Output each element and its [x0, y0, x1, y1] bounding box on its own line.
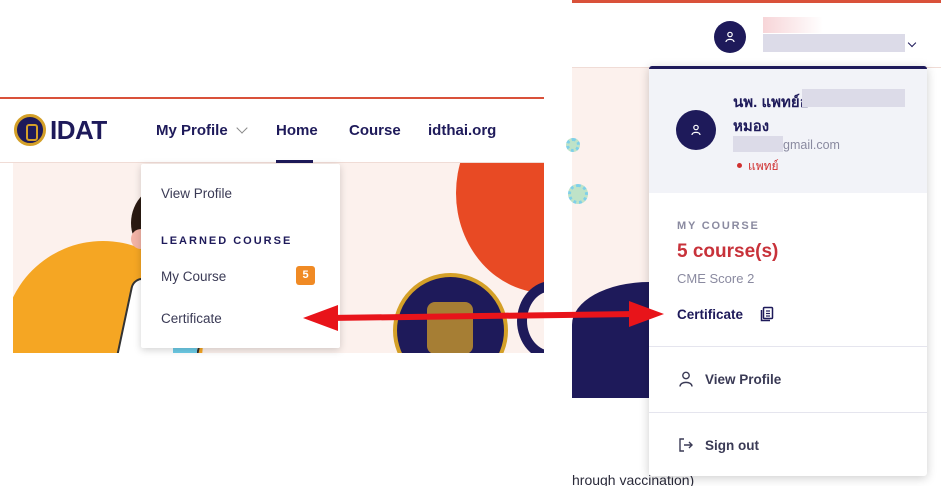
menu-view-profile[interactable]: View Profile — [677, 370, 781, 388]
dropdown-my-course[interactable]: My Course — [161, 269, 226, 284]
user-avatar-button[interactable] — [714, 21, 746, 53]
course-count-badge: 5 — [296, 266, 315, 285]
status-dot-icon — [737, 163, 742, 168]
nav-my-profile[interactable]: My Profile — [156, 122, 248, 139]
idat-seal-icon — [14, 114, 46, 146]
profile-name: นพ. แพทย์อ — [733, 94, 809, 111]
profile-role: แพทย์ — [737, 157, 779, 176]
virus-decoration — [566, 138, 580, 152]
top-navbar: IDAT My Profile Home Course idthai.org — [0, 99, 544, 163]
menu-sign-out[interactable]: Sign out — [677, 436, 759, 454]
redacted-name — [763, 17, 823, 33]
profile-name-line2: หมอง — [733, 118, 770, 135]
menu-sign-out-label: Sign out — [705, 437, 759, 453]
divider — [649, 412, 927, 413]
redacted-name — [802, 89, 905, 107]
person-icon — [691, 124, 701, 136]
left-screenshot: IDAT My Profile Home Course idthai.org V… — [0, 0, 572, 486]
dropdown-view-profile[interactable]: View Profile — [161, 186, 232, 201]
nav-course[interactable]: Course — [349, 122, 401, 139]
dropdown-certificate[interactable]: Certificate — [161, 311, 222, 326]
chevron-down-icon[interactable] — [907, 38, 917, 48]
redacted-email — [733, 136, 783, 152]
person-icon — [725, 31, 735, 43]
virus-decoration — [568, 184, 588, 204]
my-profile-dropdown: View Profile LEARNED COURSE My Course 5 … — [141, 164, 340, 348]
learned-course-heading: LEARNED COURSE — [161, 235, 293, 247]
avatar — [676, 110, 716, 150]
profile-card: นพ. แพทย์อ หมอง gmail.com แพทย์ — [649, 69, 927, 193]
logo-text: IDAT — [50, 114, 107, 145]
hero-decoration-arc — [456, 163, 544, 293]
user-profile-dropdown: นพ. แพทย์อ หมอง gmail.com แพทย์ MY COURS… — [649, 66, 927, 476]
divider — [649, 346, 927, 347]
profile-email: gmail.com — [783, 138, 840, 152]
logout-icon — [679, 438, 693, 452]
top-header — [572, 3, 941, 68]
person-icon — [679, 371, 693, 387]
hero-decoration-ring — [517, 281, 544, 353]
document-copy-icon[interactable] — [759, 306, 775, 322]
certificate-link[interactable]: Certificate — [677, 307, 743, 322]
profile-role-label: แพทย์ — [748, 159, 779, 173]
idat-logo[interactable]: IDAT — [14, 114, 107, 146]
nav-my-profile-label: My Profile — [156, 122, 228, 139]
menu-view-profile-label: View Profile — [705, 371, 782, 387]
cme-score: CME Score 2 — [677, 271, 755, 286]
my-course-label: MY COURSE — [677, 220, 760, 232]
course-count[interactable]: 5 course(s) — [677, 241, 778, 263]
institution-seal-image — [393, 273, 508, 353]
nav-idthai-link[interactable]: idthai.org — [428, 122, 496, 139]
nav-home[interactable]: Home — [276, 122, 318, 139]
redacted-name — [763, 34, 905, 52]
chevron-down-icon — [236, 122, 248, 134]
